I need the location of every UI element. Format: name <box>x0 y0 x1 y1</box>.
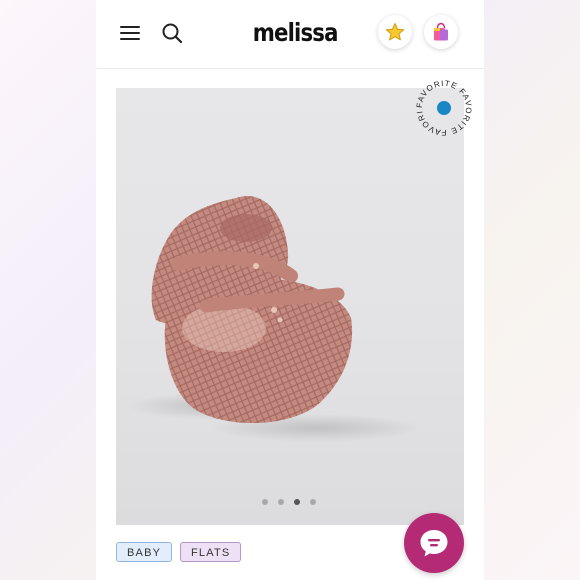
chat-button[interactable] <box>404 513 464 573</box>
product-image[interactable] <box>116 88 464 525</box>
favorite-badge-graphic: FAVORITE FAVORITE FAVORITE <box>409 69 472 137</box>
favorites-button[interactable] <box>378 15 412 49</box>
carousel-indicator <box>262 497 322 507</box>
favorite-dot-icon <box>437 101 451 115</box>
shopping-bag-button[interactable] <box>424 15 458 49</box>
tag-flats[interactable]: FLATS <box>180 542 242 562</box>
chat-bubble-icon <box>420 530 448 557</box>
menu-line <box>120 32 140 34</box>
shopping-bag-icon <box>434 22 448 41</box>
carousel-dot[interactable] <box>278 499 284 505</box>
menu-line <box>120 26 140 28</box>
search-icon <box>162 23 183 44</box>
carousel-dot-active[interactable] <box>294 499 300 505</box>
carousel-dot[interactable] <box>310 499 316 505</box>
star-icon <box>385 23 405 41</box>
tag-baby[interactable]: BABY <box>116 542 173 562</box>
menu-line <box>120 38 140 40</box>
search-button[interactable] <box>160 21 184 45</box>
app-screen: melissa FAVORITE FAVORITE FAVORI BABY FL… <box>96 0 484 580</box>
brand-logo[interactable]: melissa <box>253 16 339 50</box>
shoe-image <box>126 196 421 442</box>
favorite-badge[interactable]: FAVORITE FAVORITE FAVORITE <box>409 69 476 140</box>
menu-button[interactable] <box>118 22 142 44</box>
top-header: melissa <box>96 0 484 69</box>
carousel-dot[interactable] <box>262 499 268 505</box>
